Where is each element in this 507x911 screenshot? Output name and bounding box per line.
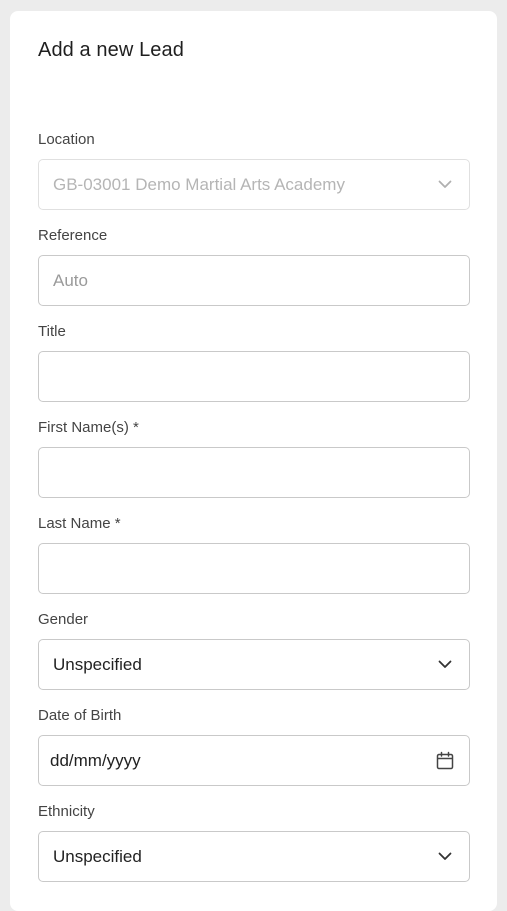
last-name-label: Last Name * bbox=[38, 515, 121, 532]
dob-input[interactable]: dd/mm/yyyy bbox=[38, 735, 470, 786]
location-label: Location bbox=[38, 131, 95, 148]
chevron-down-icon bbox=[435, 175, 455, 195]
reference-label: Reference bbox=[38, 227, 108, 244]
ethnicity-select[interactable]: Unspecified bbox=[38, 831, 470, 882]
first-name-label: First Name(s) * bbox=[38, 419, 139, 436]
chevron-down-icon bbox=[435, 655, 455, 675]
first-name-field: First Name(s) * bbox=[38, 419, 470, 498]
reference-field: Reference Auto bbox=[38, 227, 470, 306]
add-lead-card: Add a new Lead Location GB-03001 Demo Ma… bbox=[10, 11, 497, 911]
location-value: GB-03001 Demo Martial Arts Academy bbox=[53, 174, 345, 194]
ethnicity-label: Ethnicity bbox=[38, 803, 95, 820]
gender-label: Gender bbox=[38, 611, 89, 628]
gender-field: Gender Unspecified bbox=[38, 611, 470, 690]
reference-placeholder: Auto bbox=[53, 270, 88, 290]
chevron-down-icon bbox=[435, 847, 455, 867]
first-name-input[interactable] bbox=[38, 447, 470, 498]
location-select[interactable]: GB-03001 Demo Martial Arts Academy bbox=[38, 159, 470, 210]
last-name-input[interactable] bbox=[38, 543, 470, 594]
gender-value: Unspecified bbox=[53, 654, 142, 674]
dob-field: Date of Birth dd/mm/yyyy bbox=[38, 707, 470, 786]
title-input[interactable] bbox=[38, 351, 470, 402]
location-field: Location GB-03001 Demo Martial Arts Acad… bbox=[38, 131, 470, 210]
ethnicity-value: Unspecified bbox=[53, 846, 142, 866]
calendar-icon[interactable] bbox=[435, 751, 455, 771]
last-name-field: Last Name * bbox=[38, 515, 470, 594]
reference-input[interactable]: Auto bbox=[38, 255, 470, 306]
dob-label: Date of Birth bbox=[38, 707, 122, 724]
title-label: Title bbox=[38, 323, 66, 340]
dob-placeholder: dd/mm/yyyy bbox=[50, 750, 141, 770]
page-title: Add a new Lead bbox=[38, 39, 184, 61]
title-field: Title bbox=[38, 323, 470, 402]
ethnicity-field: Ethnicity Unspecified bbox=[38, 803, 470, 882]
gender-select[interactable]: Unspecified bbox=[38, 639, 470, 690]
